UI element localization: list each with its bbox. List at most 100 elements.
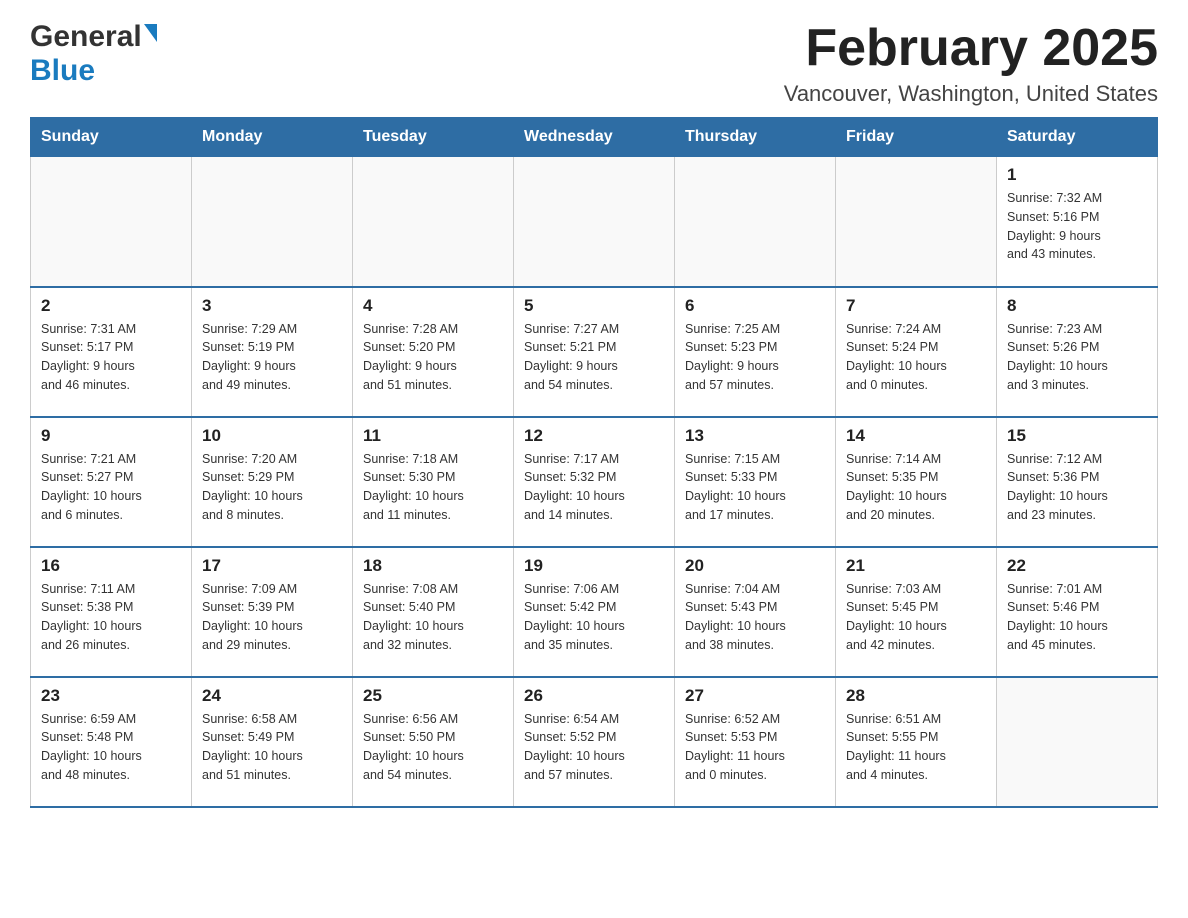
day-number: 8 (1007, 296, 1147, 316)
day-info: Sunrise: 7:24 AM Sunset: 5:24 PM Dayligh… (846, 320, 986, 395)
calendar-cell: 18 Sunrise: 7:08 AM Sunset: 5:40 PM Dayli… (353, 547, 514, 677)
day-number: 25 (363, 686, 503, 706)
calendar-week-row: 2 Sunrise: 7:31 AM Sunset: 5:17 PM Daylig… (31, 287, 1158, 417)
day-number: 19 (524, 556, 664, 576)
day-number: 14 (846, 426, 986, 446)
day-number: 15 (1007, 426, 1147, 446)
day-number: 2 (41, 296, 181, 316)
weekday-header-tuesday: Tuesday (353, 118, 514, 157)
calendar-cell (192, 157, 353, 287)
calendar-week-row: 16 Sunrise: 7:11 AM Sunset: 5:38 PM Dayli… (31, 547, 1158, 677)
calendar-week-row: 1 Sunrise: 7:32 AM Sunset: 5:16 PM Daylig… (31, 157, 1158, 287)
day-number: 27 (685, 686, 825, 706)
month-title: February 2025 (784, 20, 1158, 77)
calendar-cell: 7 Sunrise: 7:24 AM Sunset: 5:24 PM Daylig… (836, 287, 997, 417)
logo-blue-text: Blue (30, 54, 95, 87)
calendar-cell (997, 677, 1158, 807)
calendar-cell (836, 157, 997, 287)
day-info: Sunrise: 7:15 AM Sunset: 5:33 PM Dayligh… (685, 450, 825, 525)
calendar-cell: 2 Sunrise: 7:31 AM Sunset: 5:17 PM Daylig… (31, 287, 192, 417)
day-number: 9 (41, 426, 181, 446)
day-number: 7 (846, 296, 986, 316)
calendar-cell: 23 Sunrise: 6:59 AM Sunset: 5:48 PM Dayli… (31, 677, 192, 807)
day-number: 24 (202, 686, 342, 706)
calendar-week-row: 23 Sunrise: 6:59 AM Sunset: 5:48 PM Dayli… (31, 677, 1158, 807)
day-number: 6 (685, 296, 825, 316)
weekday-header-sunday: Sunday (31, 118, 192, 157)
calendar-cell: 16 Sunrise: 7:11 AM Sunset: 5:38 PM Dayli… (31, 547, 192, 677)
calendar-cell: 15 Sunrise: 7:12 AM Sunset: 5:36 PM Dayli… (997, 417, 1158, 547)
day-number: 4 (363, 296, 503, 316)
day-number: 1 (1007, 165, 1147, 185)
calendar-cell: 20 Sunrise: 7:04 AM Sunset: 5:43 PM Dayli… (675, 547, 836, 677)
weekday-header-wednesday: Wednesday (514, 118, 675, 157)
calendar-cell: 17 Sunrise: 7:09 AM Sunset: 5:39 PM Dayli… (192, 547, 353, 677)
day-info: Sunrise: 7:12 AM Sunset: 5:36 PM Dayligh… (1007, 450, 1147, 525)
day-number: 22 (1007, 556, 1147, 576)
day-info: Sunrise: 7:27 AM Sunset: 5:21 PM Dayligh… (524, 320, 664, 395)
day-number: 28 (846, 686, 986, 706)
day-number: 5 (524, 296, 664, 316)
calendar-cell: 10 Sunrise: 7:20 AM Sunset: 5:29 PM Dayli… (192, 417, 353, 547)
logo: General Blue (30, 20, 157, 88)
day-info: Sunrise: 7:21 AM Sunset: 5:27 PM Dayligh… (41, 450, 181, 525)
day-number: 21 (846, 556, 986, 576)
weekday-header-thursday: Thursday (675, 118, 836, 157)
day-number: 18 (363, 556, 503, 576)
weekday-header-saturday: Saturday (997, 118, 1158, 157)
calendar-cell: 1 Sunrise: 7:32 AM Sunset: 5:16 PM Daylig… (997, 157, 1158, 287)
day-info: Sunrise: 7:20 AM Sunset: 5:29 PM Dayligh… (202, 450, 342, 525)
page-header: General Blue February 2025 Vancouver, Wa… (30, 20, 1158, 107)
calendar-cell: 9 Sunrise: 7:21 AM Sunset: 5:27 PM Daylig… (31, 417, 192, 547)
calendar-cell: 25Sunrise: 6:56 AM Sunset: 5:50 PM Dayli… (353, 677, 514, 807)
day-info: Sunrise: 7:31 AM Sunset: 5:17 PM Dayligh… (41, 320, 181, 395)
calendar-table: SundayMondayTuesdayWednesdayThursdayFrid… (30, 117, 1158, 808)
calendar-cell: 13Sunrise: 7:15 AM Sunset: 5:33 PM Dayli… (675, 417, 836, 547)
day-info: Sunrise: 7:01 AM Sunset: 5:46 PM Dayligh… (1007, 580, 1147, 655)
day-info: Sunrise: 7:18 AM Sunset: 5:30 PM Dayligh… (363, 450, 503, 525)
day-info: Sunrise: 6:59 AM Sunset: 5:48 PM Dayligh… (41, 710, 181, 785)
day-number: 20 (685, 556, 825, 576)
day-number: 17 (202, 556, 342, 576)
day-info: Sunrise: 6:58 AM Sunset: 5:49 PM Dayligh… (202, 710, 342, 785)
calendar-cell: 21 Sunrise: 7:03 AM Sunset: 5:45 PM Dayli… (836, 547, 997, 677)
calendar-cell: 19Sunrise: 7:06 AM Sunset: 5:42 PM Dayli… (514, 547, 675, 677)
day-number: 16 (41, 556, 181, 576)
day-number: 10 (202, 426, 342, 446)
calendar-cell: 5 Sunrise: 7:27 AM Sunset: 5:21 PM Daylig… (514, 287, 675, 417)
day-number: 26 (524, 686, 664, 706)
calendar-cell: 8 Sunrise: 7:23 AM Sunset: 5:26 PM Daylig… (997, 287, 1158, 417)
calendar-cell: 24 Sunrise: 6:58 AM Sunset: 5:49 PM Dayli… (192, 677, 353, 807)
day-info: Sunrise: 7:11 AM Sunset: 5:38 PM Dayligh… (41, 580, 181, 655)
day-number: 23 (41, 686, 181, 706)
calendar-cell: 26 Sunrise: 6:54 AM Sunset: 5:52 PM Dayli… (514, 677, 675, 807)
calendar-cell (31, 157, 192, 287)
day-number: 11 (363, 426, 503, 446)
weekday-header-monday: Monday (192, 118, 353, 157)
day-info: Sunrise: 7:04 AM Sunset: 5:43 PM Dayligh… (685, 580, 825, 655)
day-info: Sunrise: 7:17 AM Sunset: 5:32 PM Dayligh… (524, 450, 664, 525)
day-info: Sunrise: 7:03 AM Sunset: 5:45 PM Dayligh… (846, 580, 986, 655)
day-info: Sunrise: 7:29 AM Sunset: 5:19 PM Dayligh… (202, 320, 342, 395)
day-info: Sunrise: 7:09 AM Sunset: 5:39 PM Dayligh… (202, 580, 342, 655)
calendar-cell: 22 Sunrise: 7:01 AM Sunset: 5:46 PM Dayli… (997, 547, 1158, 677)
day-info: Sunrise: 6:52 AM Sunset: 5:53 PM Dayligh… (685, 710, 825, 785)
day-number: 3 (202, 296, 342, 316)
calendar-cell: 14 Sunrise: 7:14 AM Sunset: 5:35 PM Dayli… (836, 417, 997, 547)
day-info: Sunrise: 6:51 AM Sunset: 5:55 PM Dayligh… (846, 710, 986, 785)
calendar-cell (514, 157, 675, 287)
day-info: Sunrise: 7:32 AM Sunset: 5:16 PM Dayligh… (1007, 189, 1147, 264)
logo-triangle-icon (144, 24, 157, 42)
calendar-cell: 12Sunrise: 7:17 AM Sunset: 5:32 PM Dayli… (514, 417, 675, 547)
location-subtitle: Vancouver, Washington, United States (784, 81, 1158, 107)
day-info: Sunrise: 7:23 AM Sunset: 5:26 PM Dayligh… (1007, 320, 1147, 395)
calendar-cell (353, 157, 514, 287)
day-info: Sunrise: 7:28 AM Sunset: 5:20 PM Dayligh… (363, 320, 503, 395)
calendar-cell: 4 Sunrise: 7:28 AM Sunset: 5:20 PM Daylig… (353, 287, 514, 417)
day-info: Sunrise: 7:14 AM Sunset: 5:35 PM Dayligh… (846, 450, 986, 525)
day-info: Sunrise: 7:08 AM Sunset: 5:40 PM Dayligh… (363, 580, 503, 655)
calendar-cell: 3 Sunrise: 7:29 AM Sunset: 5:19 PM Daylig… (192, 287, 353, 417)
calendar-cell: 28 Sunrise: 6:51 AM Sunset: 5:55 PM Dayli… (836, 677, 997, 807)
calendar-cell: 6Sunrise: 7:25 AM Sunset: 5:23 PM Daylig… (675, 287, 836, 417)
day-info: Sunrise: 6:54 AM Sunset: 5:52 PM Dayligh… (524, 710, 664, 785)
